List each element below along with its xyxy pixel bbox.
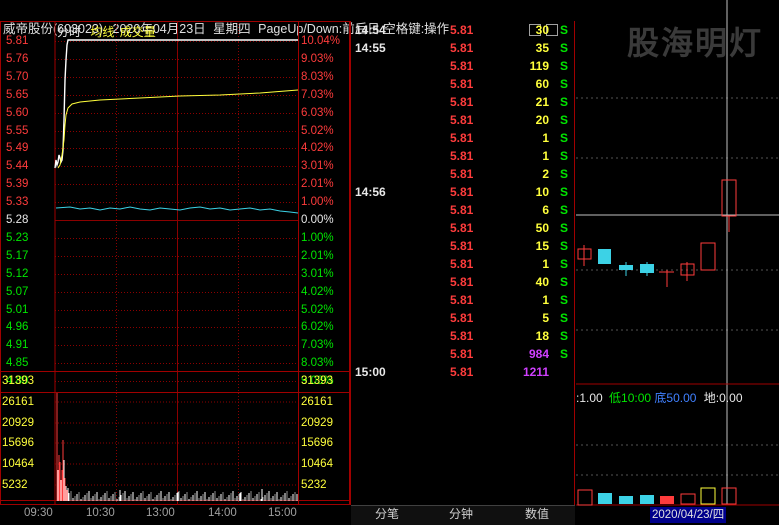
tick-price: 5.81 [450, 293, 474, 307]
tick-price: 5.81 [450, 347, 474, 361]
tick-volume: 21 [535, 95, 549, 109]
indicator-ground: 地:0.00 [703, 391, 743, 405]
tick-price: 5.81 [450, 95, 474, 109]
tick-row: 5.81 18 S [351, 327, 575, 345]
tick-volume: 15 [535, 239, 549, 253]
tick-volume: 1 [542, 149, 549, 163]
tick-price: 5.81 [450, 23, 474, 37]
tick-volume: 1 [542, 293, 549, 307]
tick-side: S [560, 41, 569, 55]
tick-volume: 1211 [522, 365, 549, 379]
tick-price: 5.81 [450, 77, 474, 91]
tick-time: 14:55 [355, 41, 386, 55]
tick-row: 5.81 20 S [351, 111, 575, 129]
tick-price: 5.81 [450, 221, 474, 235]
kline-chart[interactable] [576, 0, 779, 524]
tick-row: 5.81 50 S [351, 219, 575, 237]
tick-side: S [560, 329, 569, 343]
tick-time: 14:56 [355, 185, 386, 199]
tick-time: 15:00 [355, 365, 386, 379]
candles [577, 179, 737, 287]
tick-volume: 6 [542, 203, 549, 217]
indicator-low: 低10:00 [609, 391, 652, 405]
tick-volume: 5 [542, 311, 549, 325]
tick-volume: 20 [535, 113, 549, 127]
tick-side: S [560, 185, 569, 199]
tick-side: S [560, 149, 569, 163]
tick-row: 5.81 2 S [351, 165, 575, 183]
tick-price: 5.81 [450, 113, 474, 127]
tick-volume: 10 [535, 185, 549, 199]
tick-row: 5.81 1 S [351, 291, 575, 309]
tick-side: S [560, 167, 569, 181]
tick-volume: 60 [535, 77, 549, 91]
tick-side: S [560, 293, 569, 307]
tick-side: S [560, 59, 569, 73]
tick-side: S [560, 347, 569, 361]
tick-row: 14:55 5.81 35 S [351, 39, 575, 57]
tick-side: S [560, 221, 569, 235]
tab-minutes[interactable]: 分钟 [436, 505, 486, 524]
kline-date-label: 2020/04/23/四 [650, 507, 727, 523]
tick-side: S [560, 113, 569, 127]
tick-row: 5.81 1 S [351, 129, 575, 147]
tick-volume: 30 [535, 23, 549, 37]
tick-price: 5.81 [450, 311, 474, 325]
tick-side: S [560, 203, 569, 217]
tick-side: S [560, 23, 569, 37]
tick-side: S [560, 257, 569, 271]
tick-volume: 984 [528, 347, 549, 361]
tick-row: 5.81 1 S [351, 255, 575, 273]
intraday-chart[interactable] [0, 0, 352, 524]
tick-row: 14:54 5.81 30 S [351, 21, 575, 39]
tab-values[interactable]: 数值 [512, 505, 562, 524]
tick-side: S [560, 77, 569, 91]
tick-volume: 40 [535, 275, 549, 289]
tick-volume: 35 [535, 41, 549, 55]
tick-row: 15:00 5.81 1211 [351, 363, 575, 381]
tick-price: 5.81 [450, 329, 474, 343]
tick-row: 5.81 5 S [351, 309, 575, 327]
tick-volume: 119 [529, 59, 549, 73]
tick-price: 5.81 [450, 131, 474, 145]
tick-price: 5.81 [450, 149, 474, 163]
tick-row: 5.81 1 S [351, 147, 575, 165]
tick-volume: 1 [542, 257, 549, 271]
tick-time: 14:54 [355, 23, 386, 37]
tick-volume: 1 [542, 131, 549, 145]
tick-price: 5.81 [450, 59, 474, 73]
tick-side: S [560, 275, 569, 289]
indicator-line: :1.00 低10:00 底50.00 地:0.00 [576, 389, 743, 406]
tick-row: 5.81 6 S [351, 201, 575, 219]
tick-row: 5.81 60 S [351, 75, 575, 93]
tick-side: S [560, 95, 569, 109]
tick-side: S [560, 311, 569, 325]
tab-ticks[interactable]: 分笔 [362, 505, 412, 524]
indicator-bottom: 底50.00 [654, 391, 697, 405]
tick-side: S [560, 239, 569, 253]
tick-row: 5.81 21 S [351, 93, 575, 111]
tick-price: 5.81 [450, 41, 474, 55]
tick-row: 14:56 5.81 10 S [351, 183, 575, 201]
tick-price: 5.81 [450, 257, 474, 271]
tick-row: 5.81 40 S [351, 273, 575, 291]
tick-side: S [560, 131, 569, 145]
indicator-value: :1.00 [576, 391, 603, 405]
tick-price: 5.81 [450, 203, 474, 217]
tick-volume: 2 [542, 167, 549, 181]
tick-price: 5.81 [450, 365, 474, 379]
tick-row: 5.81 984 S [351, 345, 575, 363]
tick-price: 5.81 [450, 275, 474, 289]
tick-row: 5.81 15 S [351, 237, 575, 255]
tick-row: 5.81 119 S [351, 57, 575, 75]
tick-price: 5.81 [450, 167, 474, 181]
tick-volume: 18 [535, 329, 549, 343]
tick-volume: 50 [535, 221, 549, 235]
tick-price: 5.81 [450, 239, 474, 253]
tick-price: 5.81 [450, 185, 474, 199]
